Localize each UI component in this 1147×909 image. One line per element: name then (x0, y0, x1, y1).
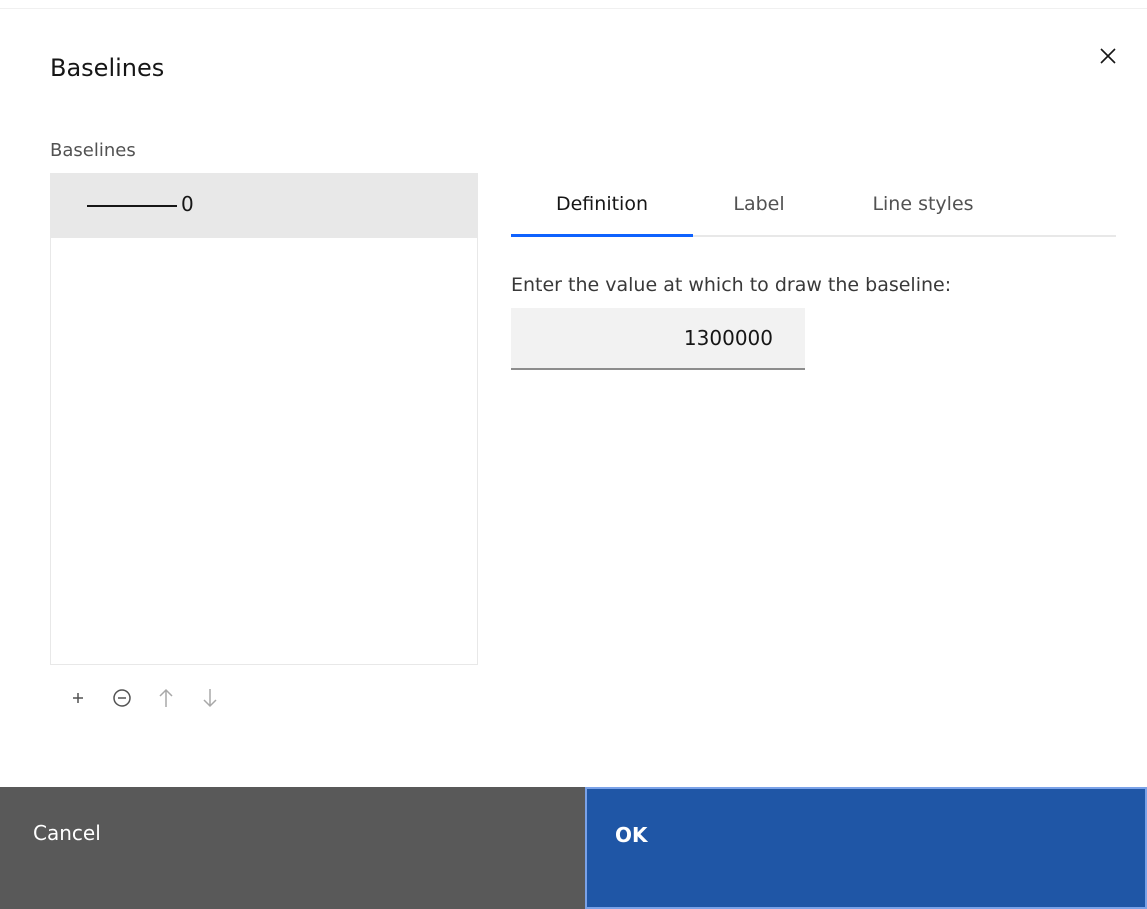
remove-baseline-button[interactable] (104, 680, 140, 716)
baselines-list[interactable]: 0 (50, 173, 478, 665)
baseline-value-input[interactable] (511, 308, 805, 370)
cancel-button[interactable]: Cancel (0, 787, 585, 909)
list-item[interactable]: 0 (51, 174, 477, 238)
minus-circle-icon (113, 689, 131, 707)
arrow-up-icon (159, 688, 173, 707)
tab-label[interactable]: Label (693, 170, 825, 237)
tab-line-styles[interactable]: Line styles (825, 170, 1021, 237)
tab-definition[interactable]: Definition (511, 170, 693, 237)
baselines-dialog: Baselines Baselines 0 Definition Label L… (0, 0, 1147, 909)
list-item-label: 0 (181, 192, 194, 216)
arrow-down-icon (203, 689, 217, 708)
line-style-sample (87, 205, 177, 207)
tab-bar: Definition Label Line styles (511, 170, 1116, 238)
move-down-button[interactable] (192, 680, 228, 716)
dialog-footer: Cancel OK (0, 787, 1147, 909)
add-baseline-button[interactable] (60, 680, 96, 716)
dialog-title: Baselines (50, 54, 165, 82)
move-up-button[interactable] (148, 680, 184, 716)
close-button[interactable] (1092, 40, 1124, 72)
baseline-value-label: Enter the value at which to draw the bas… (511, 274, 952, 296)
ok-button[interactable]: OK (585, 787, 1147, 909)
list-toolbar (60, 678, 236, 718)
top-divider (0, 8, 1147, 9)
baselines-list-caption: Baselines (50, 140, 136, 161)
close-icon (1100, 48, 1116, 64)
plus-icon (73, 693, 83, 703)
